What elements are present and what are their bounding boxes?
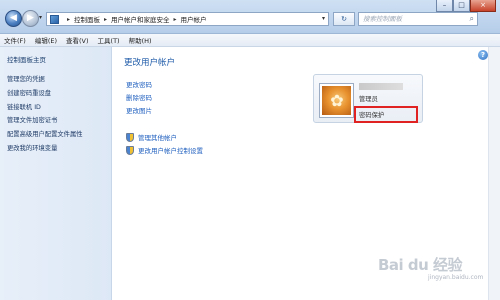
sidebar-control-panel-home[interactable]: 控制面板主页 (7, 54, 46, 64)
change-password-link[interactable]: 更改密码 (126, 79, 152, 89)
back-button[interactable]: ◀ (5, 10, 22, 27)
sidebar-item-create-reset-disk[interactable]: 创建密码重设盘 (7, 88, 83, 102)
control-panel-icon (50, 14, 59, 24)
watermark: Bai du 经验 (378, 256, 463, 274)
account-name (359, 83, 403, 90)
page-title: 更改用户帐户 (124, 58, 176, 68)
title-bar: – □ × ◀ ▶ ▾ ▸ 控制面板 ▸ 用户帐户和家庭安全 ▸ 用户帐户 ▾ … (0, 0, 500, 34)
account-role: 管理员 (359, 96, 378, 103)
search-input[interactable]: 搜索控制面板 ⌕ (358, 12, 478, 26)
manage-other-accounts-link[interactable]: 管理其他帐户 (126, 132, 177, 142)
address-bar[interactable]: ▸ 控制面板 ▸ 用户帐户和家庭安全 ▸ 用户帐户 ▾ (46, 12, 329, 26)
breadcrumb-user-accounts-family-safety[interactable]: 用户帐户和家庭安全 (111, 14, 170, 24)
change-picture-link[interactable]: 更改图片 (126, 105, 152, 115)
search-icon[interactable]: ⌕ (470, 13, 474, 25)
change-uac-settings-link[interactable]: 更改用户帐户控制设置 (126, 145, 203, 155)
uac-shield-icon (126, 145, 134, 155)
breadcrumb-separator[interactable]: ▸ (104, 16, 107, 23)
breadcrumb-control-panel[interactable]: 控制面板 (74, 14, 100, 24)
menu-bar: 文件(F) 编辑(E) 查看(V) 工具(T) 帮助(H) (0, 34, 500, 47)
sidebar-item-manage-encryption-certs[interactable]: 管理文件加密证书 (7, 115, 83, 129)
uac-shield-icon (126, 132, 134, 142)
recent-pages-dropdown[interactable]: ▾ (39, 14, 42, 21)
avatar: ✿ (320, 84, 353, 117)
vertical-scrollbar[interactable] (488, 47, 500, 300)
sidebar-item-link-online-id[interactable]: 链接联机 ID (7, 102, 83, 116)
sidebar-item-manage-credentials[interactable]: 管理您的凭据 (7, 74, 83, 88)
remove-password-link[interactable]: 删除密码 (126, 92, 152, 102)
search-placeholder: 搜索控制面板 (363, 15, 402, 23)
maximize-button[interactable]: □ (453, 0, 470, 12)
sidebar-links: 管理您的凭据 创建密码重设盘 链接联机 ID 管理文件加密证书 配置高级用户配置… (7, 74, 83, 157)
watermark-url: jingyan.baidu.com (428, 274, 484, 281)
help-icon[interactable]: ? (478, 50, 488, 60)
breadcrumb-user-accounts[interactable]: 用户帐户 (181, 14, 207, 24)
close-button[interactable]: × (470, 0, 496, 12)
manage-other-accounts-label: 管理其他帐户 (138, 134, 177, 142)
change-uac-settings-label: 更改用户帐户控制设置 (138, 147, 203, 155)
menu-tools[interactable]: 工具(T) (98, 35, 120, 45)
forward-button[interactable]: ▶ (22, 10, 39, 27)
menu-view[interactable]: 查看(V) (66, 35, 89, 45)
refresh-button[interactable]: ↻ (333, 12, 355, 26)
address-dropdown[interactable]: ▾ (322, 15, 325, 22)
menu-file[interactable]: 文件(F) (4, 35, 26, 45)
sidebar-item-advanced-profile-properties[interactable]: 配置高级用户配置文件属性 (7, 129, 83, 143)
sidebar: 控制面板主页 管理您的凭据 创建密码重设盘 链接联机 ID 管理文件加密证书 配… (0, 47, 112, 300)
breadcrumb-separator[interactable]: ▸ (67, 16, 70, 23)
menu-edit[interactable]: 编辑(E) (35, 35, 57, 45)
minimize-button[interactable]: – (436, 0, 453, 12)
flower-icon: ✿ (330, 91, 344, 110)
window-controls: – □ × (436, 0, 496, 12)
sidebar-item-environment-variables[interactable]: 更改我的环境变量 (7, 143, 83, 157)
breadcrumb-separator[interactable]: ▸ (174, 16, 177, 23)
menu-help[interactable]: 帮助(H) (129, 35, 152, 45)
password-protected-status: 密码保护 (354, 106, 418, 123)
